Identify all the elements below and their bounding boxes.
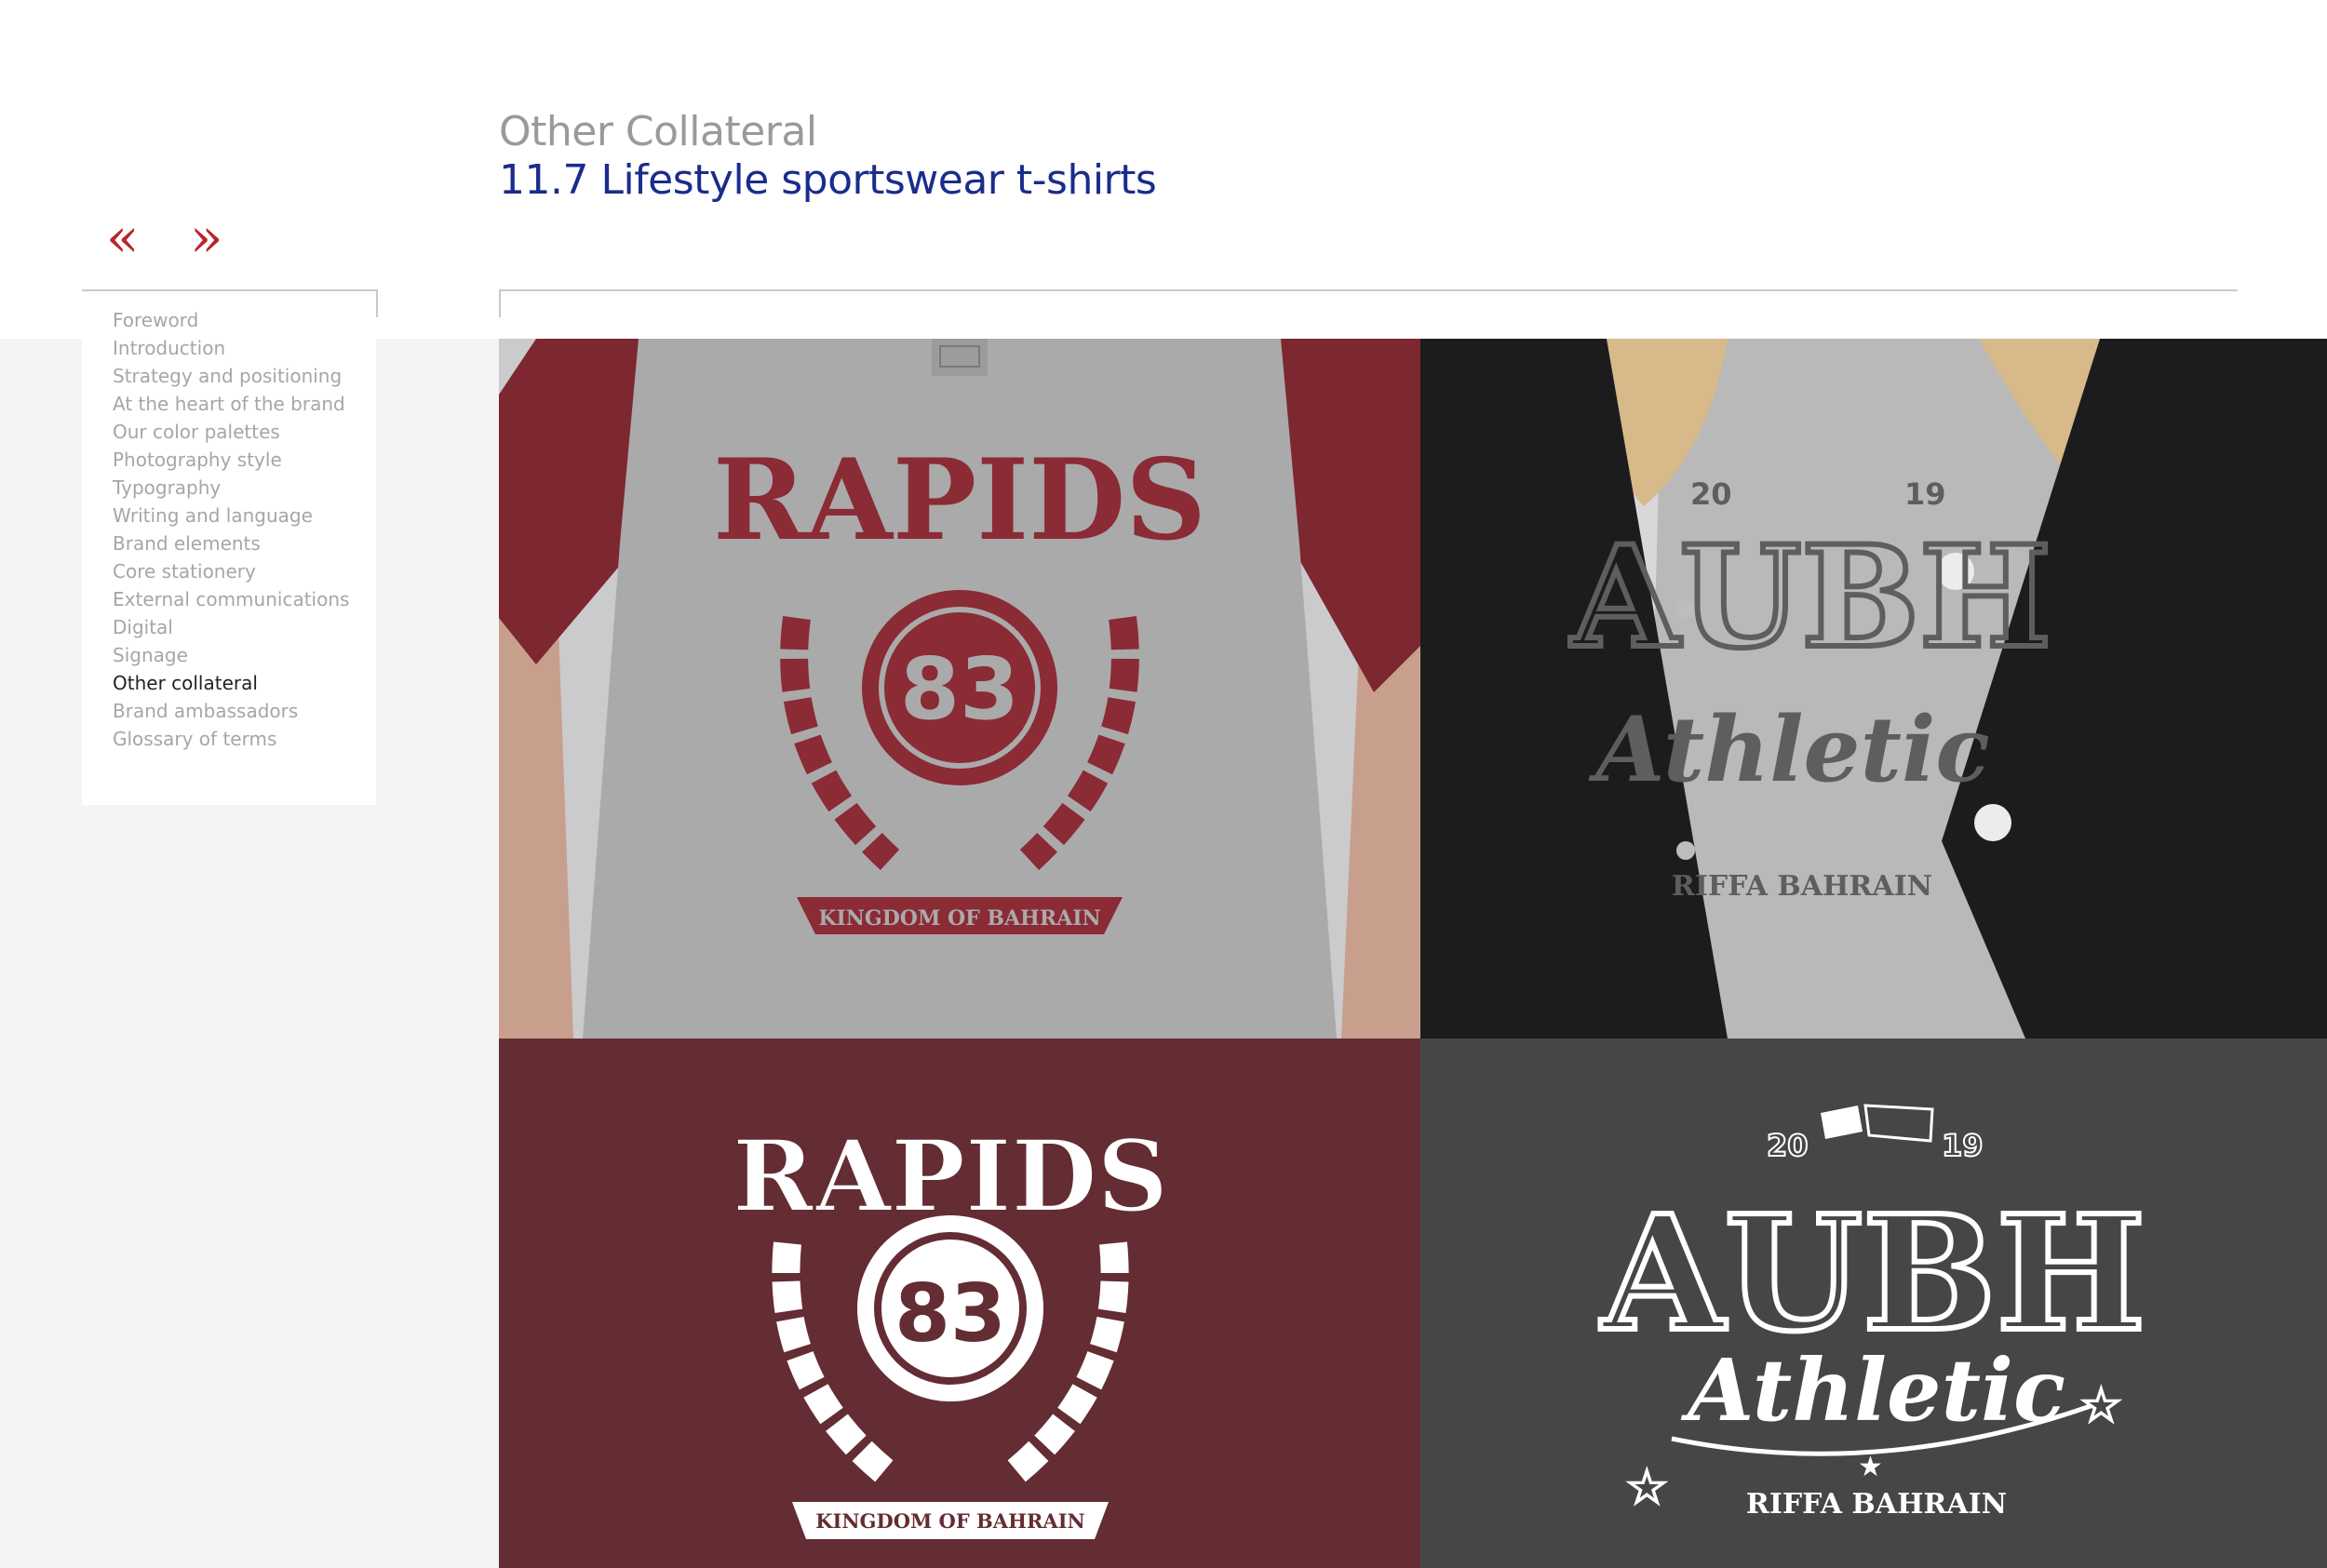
star-icon-left: ☆ <box>1625 1460 1669 1516</box>
toc-item-core-stationery[interactable]: Core stationery <box>113 557 376 585</box>
section-title: Other Collateral <box>499 108 817 155</box>
aubh-logo-script: Athletic <box>1680 1340 2065 1441</box>
aubh-tshirt-photo: 20 19 AUBH Athletic RIFFA BAHRAIN <box>1420 339 2327 1039</box>
star-icon-right: ☆ <box>2079 1378 2123 1434</box>
aubh-logo-location: RIFFA BAHRAIN <box>1746 1488 2007 1521</box>
bahrain-flag-icon <box>1821 1106 1863 1139</box>
toc-item-color-palettes[interactable]: Our color palettes <box>113 418 376 446</box>
aubh-photo-location: RIFFA BAHRAIN <box>1672 870 1932 903</box>
aubh-logo-year-left: 20 <box>1767 1128 1809 1163</box>
toc-item-external-communications[interactable]: External communications <box>113 585 376 613</box>
previous-page-button[interactable]: « <box>106 210 140 264</box>
rapids-print-banner: KINGDOM OF BAHRAIN <box>818 906 1100 931</box>
aubh-photo-title: AUBH <box>1569 516 2051 679</box>
toc-item-writing[interactable]: Writing and language <box>113 502 376 529</box>
toc-item-heart-of-brand[interactable]: At the heart of the brand <box>113 390 376 418</box>
content-divider <box>499 289 2238 291</box>
toc-item-brand-elements[interactable]: Brand elements <box>113 529 376 557</box>
toc-item-typography[interactable]: Typography <box>113 474 376 502</box>
rapids-logo-banner: KINGDOM OF BAHRAIN <box>815 1509 1084 1533</box>
rapids-tshirt-illustration: RAPIDS 83 KINGDOM OF BAHRAIN <box>499 339 1420 1039</box>
aubh-logo-year-right: 19 <box>1942 1128 1984 1163</box>
rapids-logo-panel: RAPIDS 83 KINGDOM OF BAHRAIN <box>499 1039 1420 1568</box>
aubh-photo-script: Athletic <box>1588 697 1990 802</box>
toc-item-foreword[interactable]: Foreword <box>113 306 376 334</box>
rapids-logo: RAPIDS 83 KINGDOM OF BAHRAIN <box>732 1117 1169 1539</box>
toc-item-glossary[interactable]: Glossary of terms <box>113 725 376 753</box>
aubh-photo-year-left: 20 <box>1690 476 1732 512</box>
table-of-contents: Foreword Introduction Strategy and posit… <box>82 298 376 805</box>
aubh-logo: 20 19 AUBH Athletic ☆ ☆ ★ RIFFA BAHRAIN <box>1597 1104 2148 1521</box>
aubh-logo-panel: 20 19 AUBH Athletic ☆ ☆ ★ RIFFA BAHRAIN <box>1420 1039 2327 1568</box>
page-title: 11.7 Lifestyle sportswear t-shirts <box>499 156 1157 204</box>
toc-item-introduction[interactable]: Introduction <box>113 334 376 362</box>
rapids-print-title: RAPIDS <box>713 435 1206 566</box>
aubh-logo-title: AUBH <box>1600 1181 2145 1367</box>
sidebar-divider-tick <box>376 289 378 317</box>
toc-item-other-collateral[interactable]: Other collateral <box>113 669 376 697</box>
content-divider-tick <box>499 289 501 317</box>
aubh-tshirt-illustration: 20 19 AUBH Athletic RIFFA BAHRAIN <box>1420 339 2327 1039</box>
toc-item-strategy[interactable]: Strategy and positioning <box>113 362 376 390</box>
rapids-print-number: 83 <box>900 639 1019 739</box>
toc-list: Foreword Introduction Strategy and posit… <box>82 298 376 753</box>
toc-item-digital[interactable]: Digital <box>113 613 376 641</box>
star-icon-center: ★ <box>1858 1451 1883 1483</box>
aubh-photo-year-right: 19 <box>1904 476 1946 512</box>
sidebar-divider <box>82 289 378 291</box>
rapids-logo-number: 83 <box>894 1267 1006 1360</box>
usa-flag-icon <box>1863 1104 1934 1143</box>
toc-item-signage[interactable]: Signage <box>113 641 376 669</box>
toc-item-brand-ambassadors[interactable]: Brand ambassadors <box>113 697 376 725</box>
next-page-button[interactable]: » <box>190 210 223 264</box>
rapids-tshirt-photo: RAPIDS 83 KINGDOM OF BAHRAIN <box>499 339 1420 1039</box>
toc-item-photography[interactable]: Photography style <box>113 446 376 474</box>
